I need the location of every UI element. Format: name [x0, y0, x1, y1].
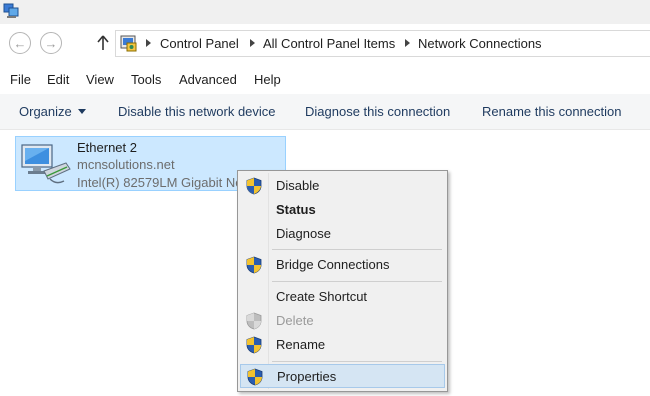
- breadcrumb-separator-icon[interactable]: [405, 39, 410, 47]
- title-bar: [0, 0, 650, 24]
- network-connections-app-icon[interactable]: [2, 2, 20, 20]
- menu-item-rename[interactable]: Rename: [240, 333, 445, 357]
- organize-label: Organize: [19, 104, 72, 119]
- connection-domain: mcnsolutions.net: [77, 157, 175, 172]
- menu-tools[interactable]: Tools: [131, 72, 161, 87]
- menu-item-label: Create Shortcut: [276, 289, 368, 304]
- network-adapter-icon: [21, 144, 71, 184]
- arrow-right-icon: →: [44, 35, 58, 51]
- menu-advanced[interactable]: Advanced: [179, 72, 237, 87]
- chevron-down-icon: [77, 109, 86, 114]
- menu-item-label: Diagnose: [276, 226, 331, 241]
- uac-shield-icon: [246, 177, 262, 195]
- menu-separator: [272, 249, 442, 250]
- menu-item-label: Delete: [276, 313, 314, 328]
- menu-help[interactable]: Help: [254, 72, 281, 87]
- uac-shield-icon: [246, 256, 262, 274]
- menu-bar: File Edit View Tools Advanced Help: [0, 64, 650, 94]
- uac-shield-icon: [246, 336, 262, 354]
- uac-shield-icon: [247, 368, 263, 386]
- control-panel-icon: [120, 35, 137, 52]
- breadcrumb-separator-icon[interactable]: [250, 39, 255, 47]
- menu-separator: [272, 361, 442, 362]
- connection-name: Ethernet 2: [77, 140, 137, 155]
- menu-item-status[interactable]: Status: [240, 198, 445, 222]
- navigation-bar: ← → Control Panel All Control Panel Item…: [0, 24, 650, 62]
- menu-edit[interactable]: Edit: [47, 72, 69, 87]
- menu-item-properties[interactable]: Properties: [240, 364, 445, 388]
- uac-shield-icon: [246, 312, 262, 330]
- address-bar[interactable]: Control Panel All Control Panel Items Ne…: [115, 30, 650, 57]
- disable-device-button[interactable]: Disable this network device: [118, 104, 276, 119]
- arrow-up-icon: [97, 35, 109, 50]
- menu-item-diagnose[interactable]: Diagnose: [240, 222, 445, 246]
- menu-item-label: Rename: [276, 337, 326, 352]
- forward-button[interactable]: →: [40, 32, 62, 54]
- menu-item-create-shortcut[interactable]: Create Shortcut: [240, 285, 445, 309]
- menu-item-delete: Delete: [240, 309, 445, 333]
- organize-button[interactable]: Organize: [19, 104, 86, 119]
- menu-view[interactable]: View: [86, 72, 114, 87]
- up-button[interactable]: [94, 32, 112, 54]
- context-menu: Disable Status Diagnose Bridge Connectio…: [237, 170, 448, 392]
- arrow-left-icon: ←: [13, 35, 27, 51]
- menu-separator: [272, 281, 442, 282]
- menu-item-disable[interactable]: Disable: [240, 174, 445, 198]
- menu-item-label: Disable: [276, 178, 320, 193]
- diagnose-connection-button[interactable]: Diagnose this connection: [305, 104, 450, 119]
- menu-item-label: Status: [276, 202, 316, 217]
- breadcrumb-separator-icon[interactable]: [146, 39, 151, 47]
- command-bar: Organize Disable this network device Dia…: [0, 94, 650, 130]
- menu-item-label: Properties: [277, 369, 337, 384]
- menu-item-label: Bridge Connections: [276, 257, 390, 272]
- breadcrumb-network-connections[interactable]: Network Connections: [418, 36, 542, 51]
- breadcrumb-control-panel[interactable]: Control Panel: [160, 36, 239, 51]
- back-button[interactable]: ←: [9, 32, 31, 54]
- breadcrumb-all-control-panel-items[interactable]: All Control Panel Items: [263, 36, 395, 51]
- menu-item-bridge-connections[interactable]: Bridge Connections: [240, 253, 445, 277]
- menu-file[interactable]: File: [10, 72, 31, 87]
- rename-connection-button[interactable]: Rename this connection: [482, 104, 621, 119]
